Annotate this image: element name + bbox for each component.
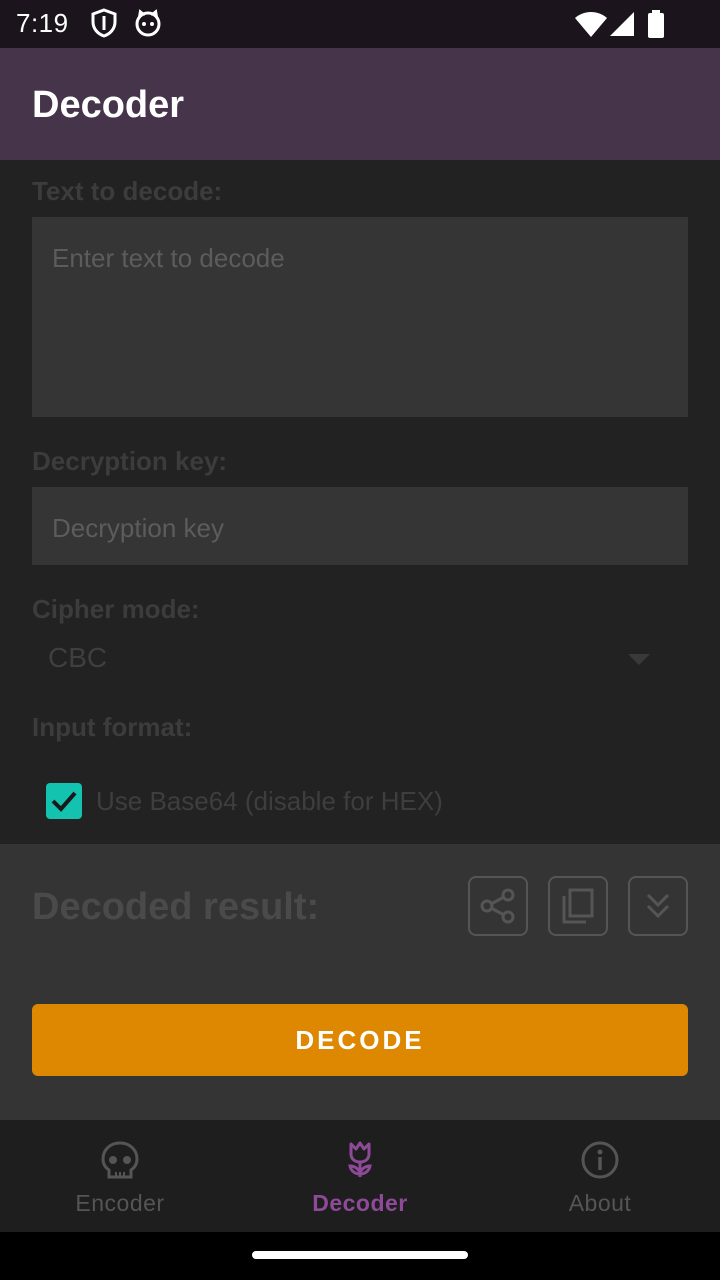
decryption-key-input[interactable]: Decryption key [32,487,688,565]
input-format-label: Input format: [32,712,193,742]
nav-label-encoder: Encoder [75,1190,165,1216]
dropdown-arrow-icon [628,654,650,665]
wifi-icon [574,10,608,43]
page-title: Decoder [32,84,185,126]
nav-item-about[interactable]: About [480,1120,720,1232]
app-bar: Decoder [0,48,720,160]
cipher-mode-label: Cipher mode: [32,594,200,624]
status-time: 7:19 [16,8,69,38]
copy-icon [562,888,594,924]
decoded-result-label: Decoded result: [32,886,320,928]
decryption-key-placeholder: Decryption key [52,513,224,543]
copy-button[interactable] [548,876,608,936]
text-to-decode-label: Text to decode: [32,176,223,206]
decode-button[interactable]: DECODE [32,1004,688,1076]
info-icon [581,1141,619,1179]
nav-label-decoder: Decoder [312,1190,408,1216]
nav-item-decoder[interactable]: Decoder [240,1120,480,1232]
flower-icon [348,1141,372,1177]
base64-label[interactable]: Use Base64 (disable for HEX) [96,786,443,817]
signal-icon [608,10,636,43]
gesture-bar [0,1232,720,1280]
expand-button[interactable] [628,876,688,936]
cipher-mode-select[interactable]: CBC [32,632,688,688]
checkmark-icon [51,791,77,812]
base64-checkbox[interactable] [46,783,82,819]
share-icon [480,888,515,924]
shield-icon [90,8,118,43]
decryption-key-label: Decryption key: [32,446,228,476]
nav-item-encoder[interactable]: Encoder [0,1120,240,1232]
share-button[interactable] [468,876,528,936]
skull-icon [101,1141,139,1179]
text-to-decode-input[interactable]: Enter text to decode [32,217,688,417]
double-chevron-down-icon [646,893,670,919]
bottom-nav: Encoder Decoder About [0,1120,720,1232]
decode-button-label: DECODE [295,1024,425,1055]
result-panel: Decoded result: DECODE [0,844,720,1120]
cipher-mode-value: CBC [48,642,108,673]
status-bar: 7:19 [0,0,720,48]
home-gesture-pill[interactable] [252,1251,468,1259]
battery-icon [646,10,666,43]
text-to-decode-placeholder: Enter text to decode [52,243,285,273]
cat-icon [134,8,162,43]
nav-label-about: About [568,1190,632,1216]
